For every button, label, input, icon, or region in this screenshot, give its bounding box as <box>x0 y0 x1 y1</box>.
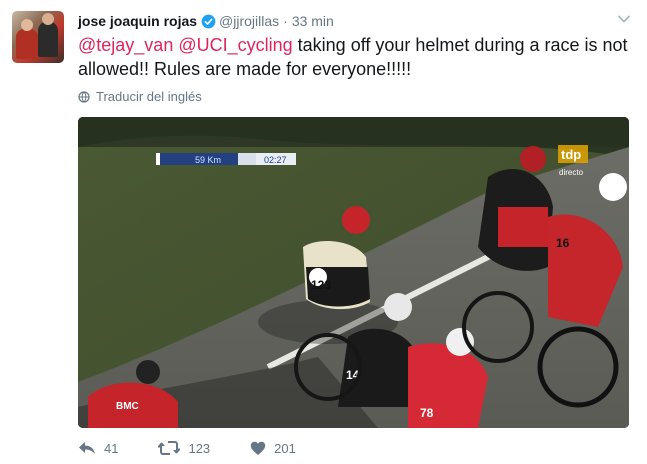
retweet-count: 123 <box>188 440 211 456</box>
author-handle[interactable]: @jjrojillas <box>219 13 279 29</box>
broadcaster-logo: tdp <box>561 147 581 162</box>
separator-dot: · <box>283 13 288 29</box>
bib-number-16: 16 <box>556 236 570 250</box>
mention-link[interactable]: @tejay_van <box>78 35 173 55</box>
tweet-card: jose joaquin rojas @jjrojillas · 33 min … <box>0 0 647 464</box>
retweet-button[interactable]: 123 <box>158 440 210 456</box>
reply-button[interactable]: 41 <box>78 440 118 456</box>
timestamp[interactable]: 33 min <box>292 13 334 29</box>
author-name[interactable]: jose joaquin rojas <box>78 13 197 29</box>
tweet-actions: 41 123 201 <box>78 440 336 456</box>
live-label: directo <box>559 168 584 177</box>
race-video-frame: 59 Km 02:27 tdp directo 123 16 14 78 BMC <box>78 117 629 428</box>
like-count: 201 <box>274 440 296 456</box>
verified-icon <box>201 14 216 28</box>
retweet-icon <box>158 441 181 455</box>
globe-icon <box>78 90 90 103</box>
tweet-text-line2: allowed!! Rules are made for everyone!!!… <box>78 59 412 79</box>
caret-down-icon[interactable] <box>617 12 631 26</box>
tweet-video[interactable]: 59 Km 02:27 tdp directo 123 16 14 78 BMC <box>78 117 629 428</box>
translate-label: Traducir del inglés <box>96 89 202 104</box>
heart-icon <box>250 441 266 455</box>
clock-label: 02:27 <box>264 155 287 165</box>
jersey-brand: BMC <box>116 401 139 412</box>
translate-link[interactable]: Traducir del inglés <box>78 89 202 104</box>
reply-icon <box>79 442 95 454</box>
mention-link[interactable]: @UCI_cycling <box>178 35 292 55</box>
bib-number-78: 78 <box>420 406 434 420</box>
tweet-header: jose joaquin rojas @jjrojillas · 33 min <box>78 11 334 31</box>
bib-number-123: 123 <box>311 278 331 292</box>
reply-count: 41 <box>104 440 119 456</box>
distance-label: 59 Km <box>195 155 221 165</box>
tweet-text-line1: taking off your helmet during a race is … <box>292 35 628 55</box>
like-button[interactable]: 201 <box>250 441 296 456</box>
tweet-text: @tejay_van @UCI_cycling taking off your … <box>78 33 628 81</box>
avatar[interactable] <box>12 11 64 63</box>
